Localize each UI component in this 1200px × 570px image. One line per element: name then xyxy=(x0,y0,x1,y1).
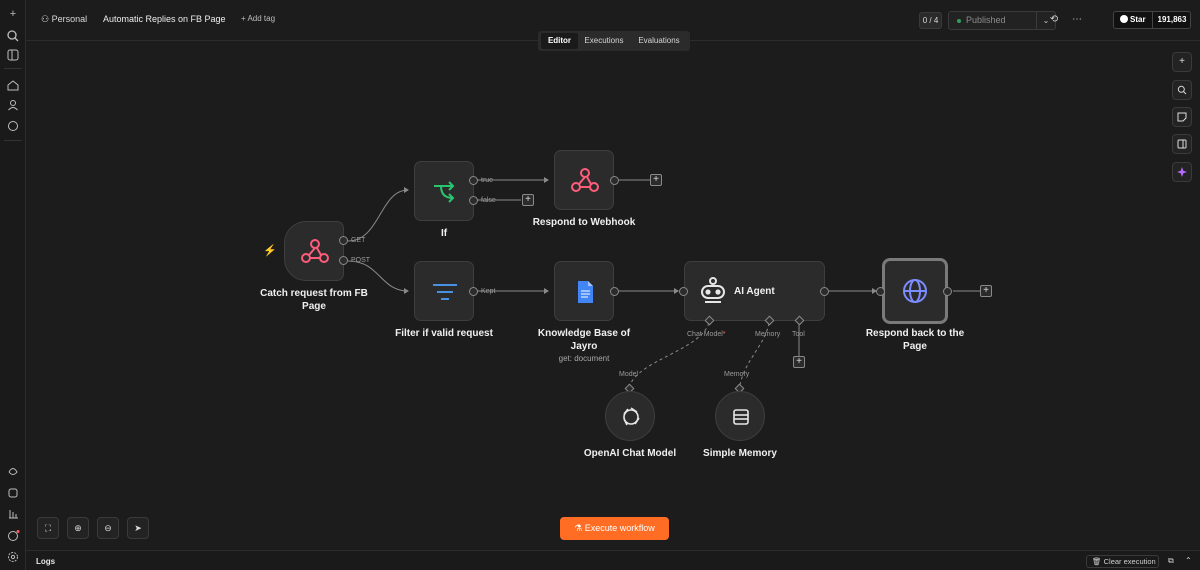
trigger-bolt-icon: ⚡ xyxy=(263,245,277,257)
node-respond-webhook[interactable] xyxy=(554,150,614,210)
output-label-false: false xyxy=(481,197,496,204)
node-label: Respond back to the Page xyxy=(865,328,965,352)
robot-icon xyxy=(701,277,725,303)
node-ai-agent[interactable]: AI Agent xyxy=(684,261,825,321)
node-label: AI Agent xyxy=(734,286,775,297)
node-knowledge-base[interactable] xyxy=(554,261,614,321)
trash-icon: 🗑 xyxy=(1092,557,1104,566)
zoom-out-icon[interactable]: ⊖ xyxy=(97,517,119,539)
output-label-post: POST xyxy=(351,257,371,264)
pointer-icon[interactable]: ➤ xyxy=(127,517,149,539)
wire-get-if xyxy=(347,189,409,242)
node-label: Simple Memory xyxy=(703,448,777,459)
add-node-plus[interactable]: + xyxy=(522,194,534,206)
output-handle[interactable] xyxy=(339,256,348,265)
fit-view-icon[interactable]: ⛶ xyxy=(37,517,59,539)
port-label-model: Model xyxy=(619,371,639,378)
node-label: If xyxy=(440,228,448,239)
output-handle[interactable] xyxy=(610,287,619,296)
port-label-chat-model: Chat Model xyxy=(687,331,726,338)
output-handle[interactable] xyxy=(820,287,829,296)
popout-icon[interactable]: ⧉ xyxy=(1168,556,1174,566)
node-label: Respond to Webhook xyxy=(532,217,636,228)
flask-icon: ⚗ xyxy=(574,523,585,533)
output-label-kept: Kept xyxy=(481,288,496,295)
execute-label: Execute workflow xyxy=(584,523,655,533)
globe-icon xyxy=(903,279,927,303)
add-tool-plus[interactable]: + xyxy=(793,356,805,368)
google-docs-icon xyxy=(578,281,593,303)
app-root: + ⚇ Personal Automatic Replies on FB Pag… xyxy=(0,0,1200,570)
output-handle[interactable] xyxy=(469,176,478,185)
output-handle[interactable] xyxy=(610,176,619,185)
output-label-get: GET xyxy=(351,237,366,244)
node-if[interactable] xyxy=(414,161,474,221)
node-label: OpenAI Chat Model xyxy=(583,448,677,459)
node-label: Knowledge Base of Jayro xyxy=(537,328,631,352)
port-label-memory: Memory xyxy=(755,331,781,338)
output-label-true: true xyxy=(481,177,494,184)
node-openai-chat-model[interactable] xyxy=(605,391,655,441)
output-handle[interactable] xyxy=(469,196,478,205)
zoom-in-icon[interactable]: ⊕ xyxy=(67,517,89,539)
webhook-icon xyxy=(301,239,329,263)
openai-icon xyxy=(623,407,640,426)
input-handle[interactable] xyxy=(679,287,688,296)
input-handle[interactable] xyxy=(876,287,885,296)
add-node-plus[interactable]: + xyxy=(650,174,662,186)
node-label: Catch request from FB Page xyxy=(260,288,368,312)
add-node-plus[interactable]: + xyxy=(980,285,992,297)
clear-execution-button[interactable]: 🗑 Clear execution xyxy=(1086,555,1159,568)
node-respond-page[interactable] xyxy=(882,258,948,324)
branch-icon xyxy=(434,181,455,203)
chevron-up-icon[interactable]: ⌃ xyxy=(1185,556,1192,565)
node-simple-memory[interactable] xyxy=(715,391,765,441)
execute-workflow-button[interactable]: ⚗ Execute workflow xyxy=(560,517,669,540)
output-handle[interactable] xyxy=(339,236,348,245)
node-label: Filter if valid request xyxy=(395,328,493,339)
port-label-tool: Tool xyxy=(792,331,805,338)
database-icon xyxy=(733,409,749,425)
port-label-memory-node: Memory xyxy=(724,371,750,378)
webhook-icon xyxy=(571,168,599,192)
output-handle[interactable] xyxy=(469,287,478,296)
node-catch-request[interactable] xyxy=(284,221,344,281)
clear-label: Clear execution xyxy=(1103,557,1156,566)
node-filter[interactable] xyxy=(414,261,474,321)
logs-bar[interactable]: Logs 🗑 Clear execution ⧉ ⌃ xyxy=(26,550,1200,570)
node-subtitle: get: document xyxy=(558,354,610,363)
logs-label: Logs xyxy=(36,557,56,566)
output-handle[interactable] xyxy=(943,287,952,296)
filter-icon xyxy=(433,284,457,300)
